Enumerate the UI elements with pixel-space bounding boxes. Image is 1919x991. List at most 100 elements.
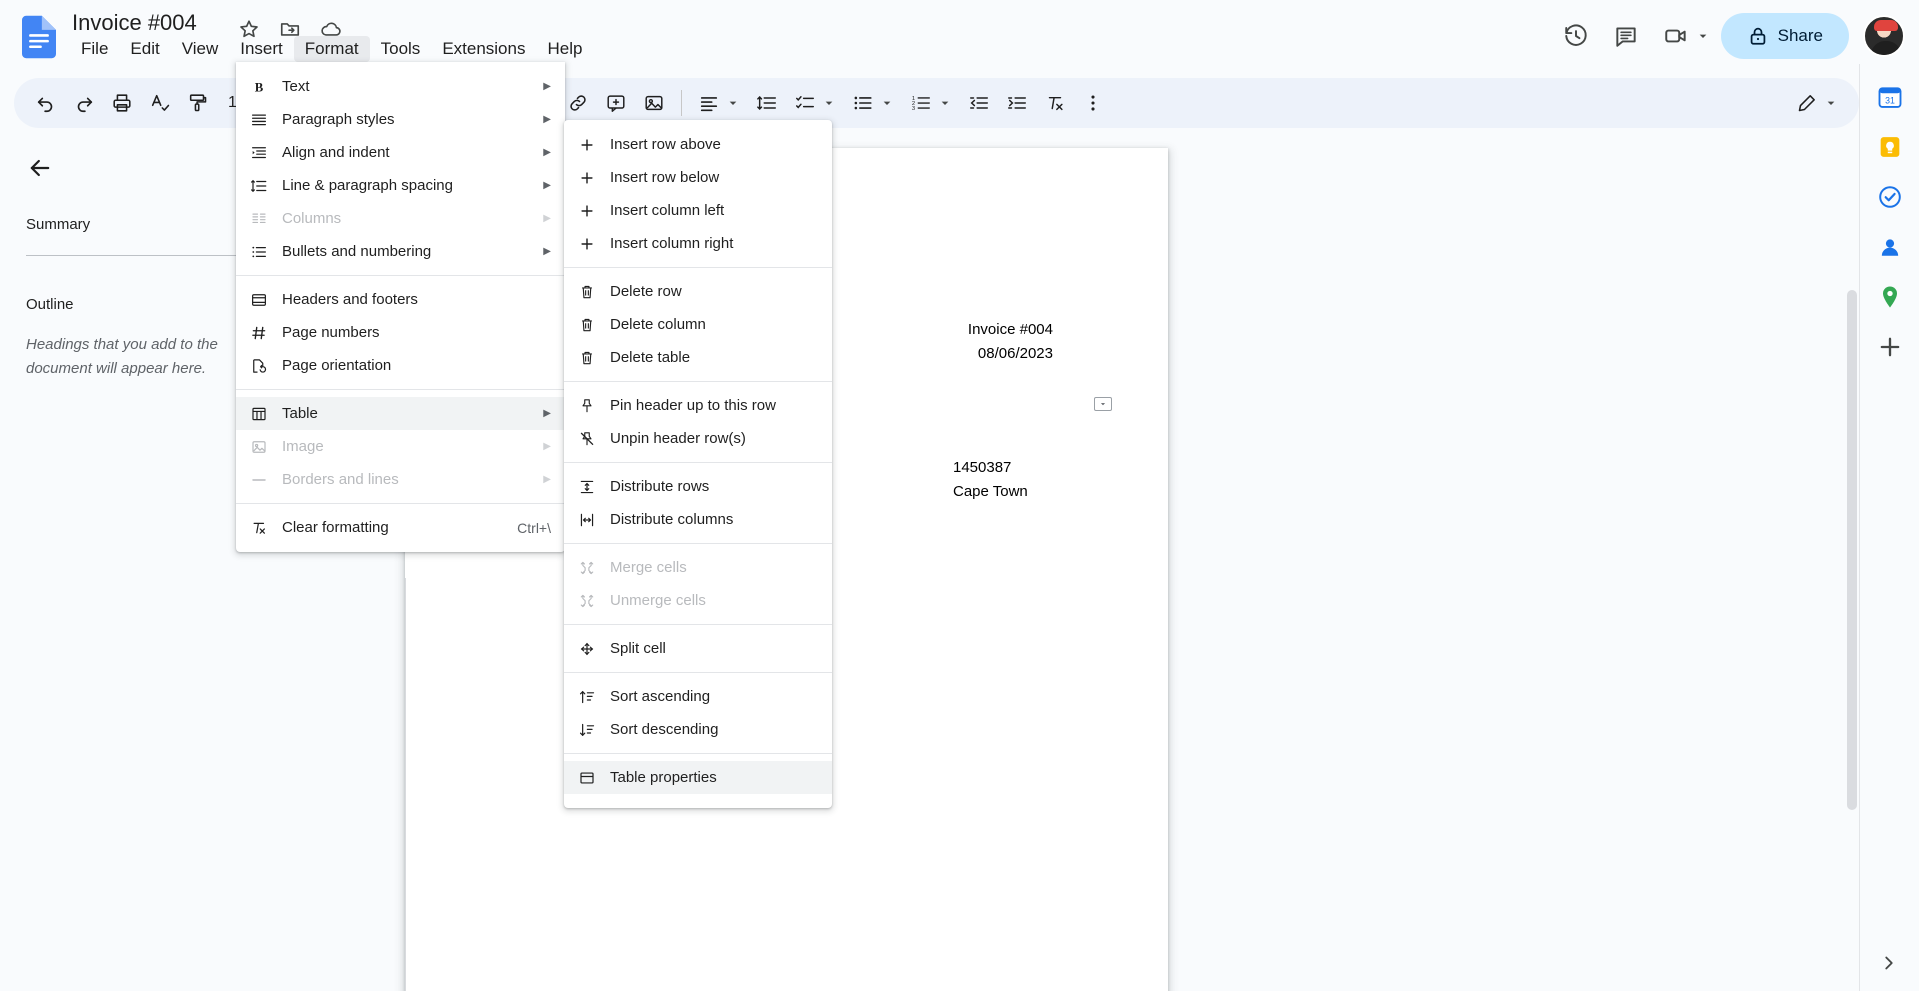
menu-item-unpin-header-row-s[interactable]: Unpin header row(s) — [564, 422, 832, 455]
google-contacts-icon[interactable] — [1873, 230, 1907, 264]
google-keep-icon[interactable] — [1873, 130, 1907, 164]
menu-item-insert-column-left[interactable]: Insert column left — [564, 194, 832, 227]
share-button[interactable]: Share — [1720, 13, 1849, 59]
align-icon[interactable] — [691, 85, 727, 121]
bullets-numbering-icon — [236, 243, 282, 261]
menu-item-insert-column-right[interactable]: Insert column right — [564, 227, 832, 260]
distribute-rows-icon — [564, 478, 610, 496]
decrease-indent-icon[interactable] — [961, 85, 997, 121]
menu-item-image: Image ▶ — [236, 430, 565, 463]
menu-item-headers-and-footers[interactable]: Headers and footers — [236, 283, 565, 316]
menu-item-label: Insert column left — [610, 202, 725, 219]
menu-item-text[interactable]: B Text ▶ — [236, 70, 565, 103]
menu-edit[interactable]: Edit — [119, 36, 170, 62]
google-tasks-icon[interactable] — [1873, 180, 1907, 214]
menu-item-label: Paragraph styles — [282, 111, 395, 128]
clear-formatting-icon[interactable] — [1037, 85, 1073, 121]
menu-item-insert-row-above[interactable]: Insert row above — [564, 128, 832, 161]
columns-icon — [236, 210, 282, 228]
bulleted-list-icon[interactable] — [845, 85, 881, 121]
spellcheck-icon[interactable] — [142, 85, 178, 121]
chevron-down-icon[interactable] — [1695, 28, 1711, 44]
menu-item-label: Text — [282, 78, 310, 95]
menu-item-delete-row[interactable]: Delete row — [564, 275, 832, 308]
menu-extensions[interactable]: Extensions — [431, 36, 536, 62]
more-options-icon[interactable] — [1075, 85, 1111, 121]
avatar[interactable] — [1863, 15, 1905, 57]
checklist-chevron-down-icon[interactable] — [821, 95, 837, 111]
menu-file[interactable]: File — [70, 36, 119, 62]
menu-item-distribute-rows[interactable]: Distribute rows — [564, 470, 832, 503]
distribute-columns-icon — [564, 511, 610, 529]
menu-item-sort-descending[interactable]: Sort descending — [564, 713, 832, 746]
table-options-handle[interactable] — [1094, 397, 1112, 411]
menu-insert[interactable]: Insert — [229, 36, 294, 62]
insert-image-icon[interactable] — [636, 85, 672, 121]
menu-help[interactable]: Help — [536, 36, 593, 62]
show-side-panel-icon[interactable] — [1873, 947, 1905, 979]
undo-icon[interactable] — [28, 85, 64, 121]
comment-history-icon[interactable] — [1603, 13, 1649, 59]
google-docs-logo-icon — [22, 15, 56, 59]
menu-item-distribute-columns[interactable]: Distribute columns — [564, 503, 832, 536]
menu-item-label: Columns — [282, 210, 342, 227]
menu-item-insert-row-below[interactable]: Insert row below — [564, 161, 832, 194]
vertical-scrollbar[interactable] — [1847, 290, 1857, 810]
align-chevron-down-icon[interactable] — [725, 95, 741, 111]
menu-item-paragraph-styles[interactable]: Paragraph styles ▶ — [236, 103, 565, 136]
menu-item-label: Table properties — [610, 769, 717, 786]
submenu-arrow-icon: ▶ — [543, 179, 551, 191]
menu-item-label: Insert row below — [610, 169, 720, 186]
menu-item-delete-table[interactable]: Delete table — [564, 341, 832, 374]
editing-mode-icon[interactable] — [1789, 85, 1825, 121]
insert-link-icon[interactable] — [560, 85, 596, 121]
menu-item-table[interactable]: Table ▶ — [236, 397, 565, 430]
toolbar-divider — [680, 90, 682, 116]
menu-item-clear-formatting[interactable]: Clear formatting Ctrl+\ — [236, 511, 565, 544]
increase-indent-icon[interactable] — [999, 85, 1035, 121]
menu-item-label: Insert row above — [610, 136, 721, 153]
menu-item-split-cell[interactable]: Split cell — [564, 632, 832, 665]
menu-item-page-numbers[interactable]: Page numbers — [236, 316, 565, 349]
menu-format[interactable]: Format — [293, 36, 370, 62]
print-icon[interactable] — [104, 85, 140, 121]
add-comment-icon[interactable] — [598, 85, 634, 121]
trash-icon — [564, 316, 610, 334]
redo-icon[interactable] — [66, 85, 102, 121]
version-history-icon[interactable] — [1553, 13, 1599, 59]
side-panel-rail: 31 — [1859, 64, 1919, 991]
menu-item-label: Borders and lines — [282, 471, 399, 488]
paint-format-icon[interactable] — [180, 85, 216, 121]
bulleted-chevron-down-icon[interactable] — [879, 95, 895, 111]
menu-view[interactable]: View — [171, 36, 230, 62]
line-spacing-icon[interactable] — [749, 85, 785, 121]
menu-item-align-and-indent[interactable]: Align and indent ▶ — [236, 136, 565, 169]
numbered-chevron-down-icon[interactable] — [937, 95, 953, 111]
table-submenu[interactable]: Insert row above Insert row below Insert c… — [564, 120, 832, 808]
menu-separator — [564, 672, 832, 673]
google-calendar-icon[interactable]: 31 — [1873, 80, 1907, 114]
invoice-number: Invoice #004 — [967, 321, 1053, 338]
menu-item-table-properties[interactable]: Table properties — [564, 761, 832, 794]
google-maps-icon[interactable] — [1873, 280, 1907, 314]
document-title[interactable]: Invoice #004 — [72, 9, 197, 37]
headers-footers-icon — [236, 291, 282, 309]
menu-item-page-orientation[interactable]: Page orientation — [236, 349, 565, 382]
menu-item-delete-column[interactable]: Delete column — [564, 308, 832, 341]
meet-button[interactable] — [1653, 13, 1717, 59]
editing-mode-chevron-down-icon[interactable] — [1823, 95, 1839, 111]
video-camera-icon[interactable] — [1653, 13, 1699, 59]
menu-item-sort-ascending[interactable]: Sort ascending — [564, 680, 832, 713]
numbered-list-icon[interactable]: 123 — [903, 85, 939, 121]
format-menu[interactable]: B Text ▶ Paragraph styles ▶ Align and indent ▶… — [236, 62, 565, 552]
invoice-address: 1450387 Cape Town — [953, 456, 1028, 504]
add-ons-plus-icon[interactable] — [1873, 330, 1907, 364]
menu-tools[interactable]: Tools — [370, 36, 432, 62]
menu-item-label: Insert column right — [610, 235, 734, 252]
menu-item-line-paragraph-spacing[interactable]: Line & paragraph spacing ▶ — [236, 169, 565, 202]
close-outline-icon[interactable] — [26, 154, 60, 188]
menu-item-pin-header-up-to-this-row[interactable]: Pin header up to this row — [564, 389, 832, 422]
checklist-icon[interactable] — [787, 85, 823, 121]
menu-item-bullets-and-numbering[interactable]: Bullets and numbering ▶ — [236, 235, 565, 268]
submenu-arrow-icon: ▶ — [543, 113, 551, 125]
